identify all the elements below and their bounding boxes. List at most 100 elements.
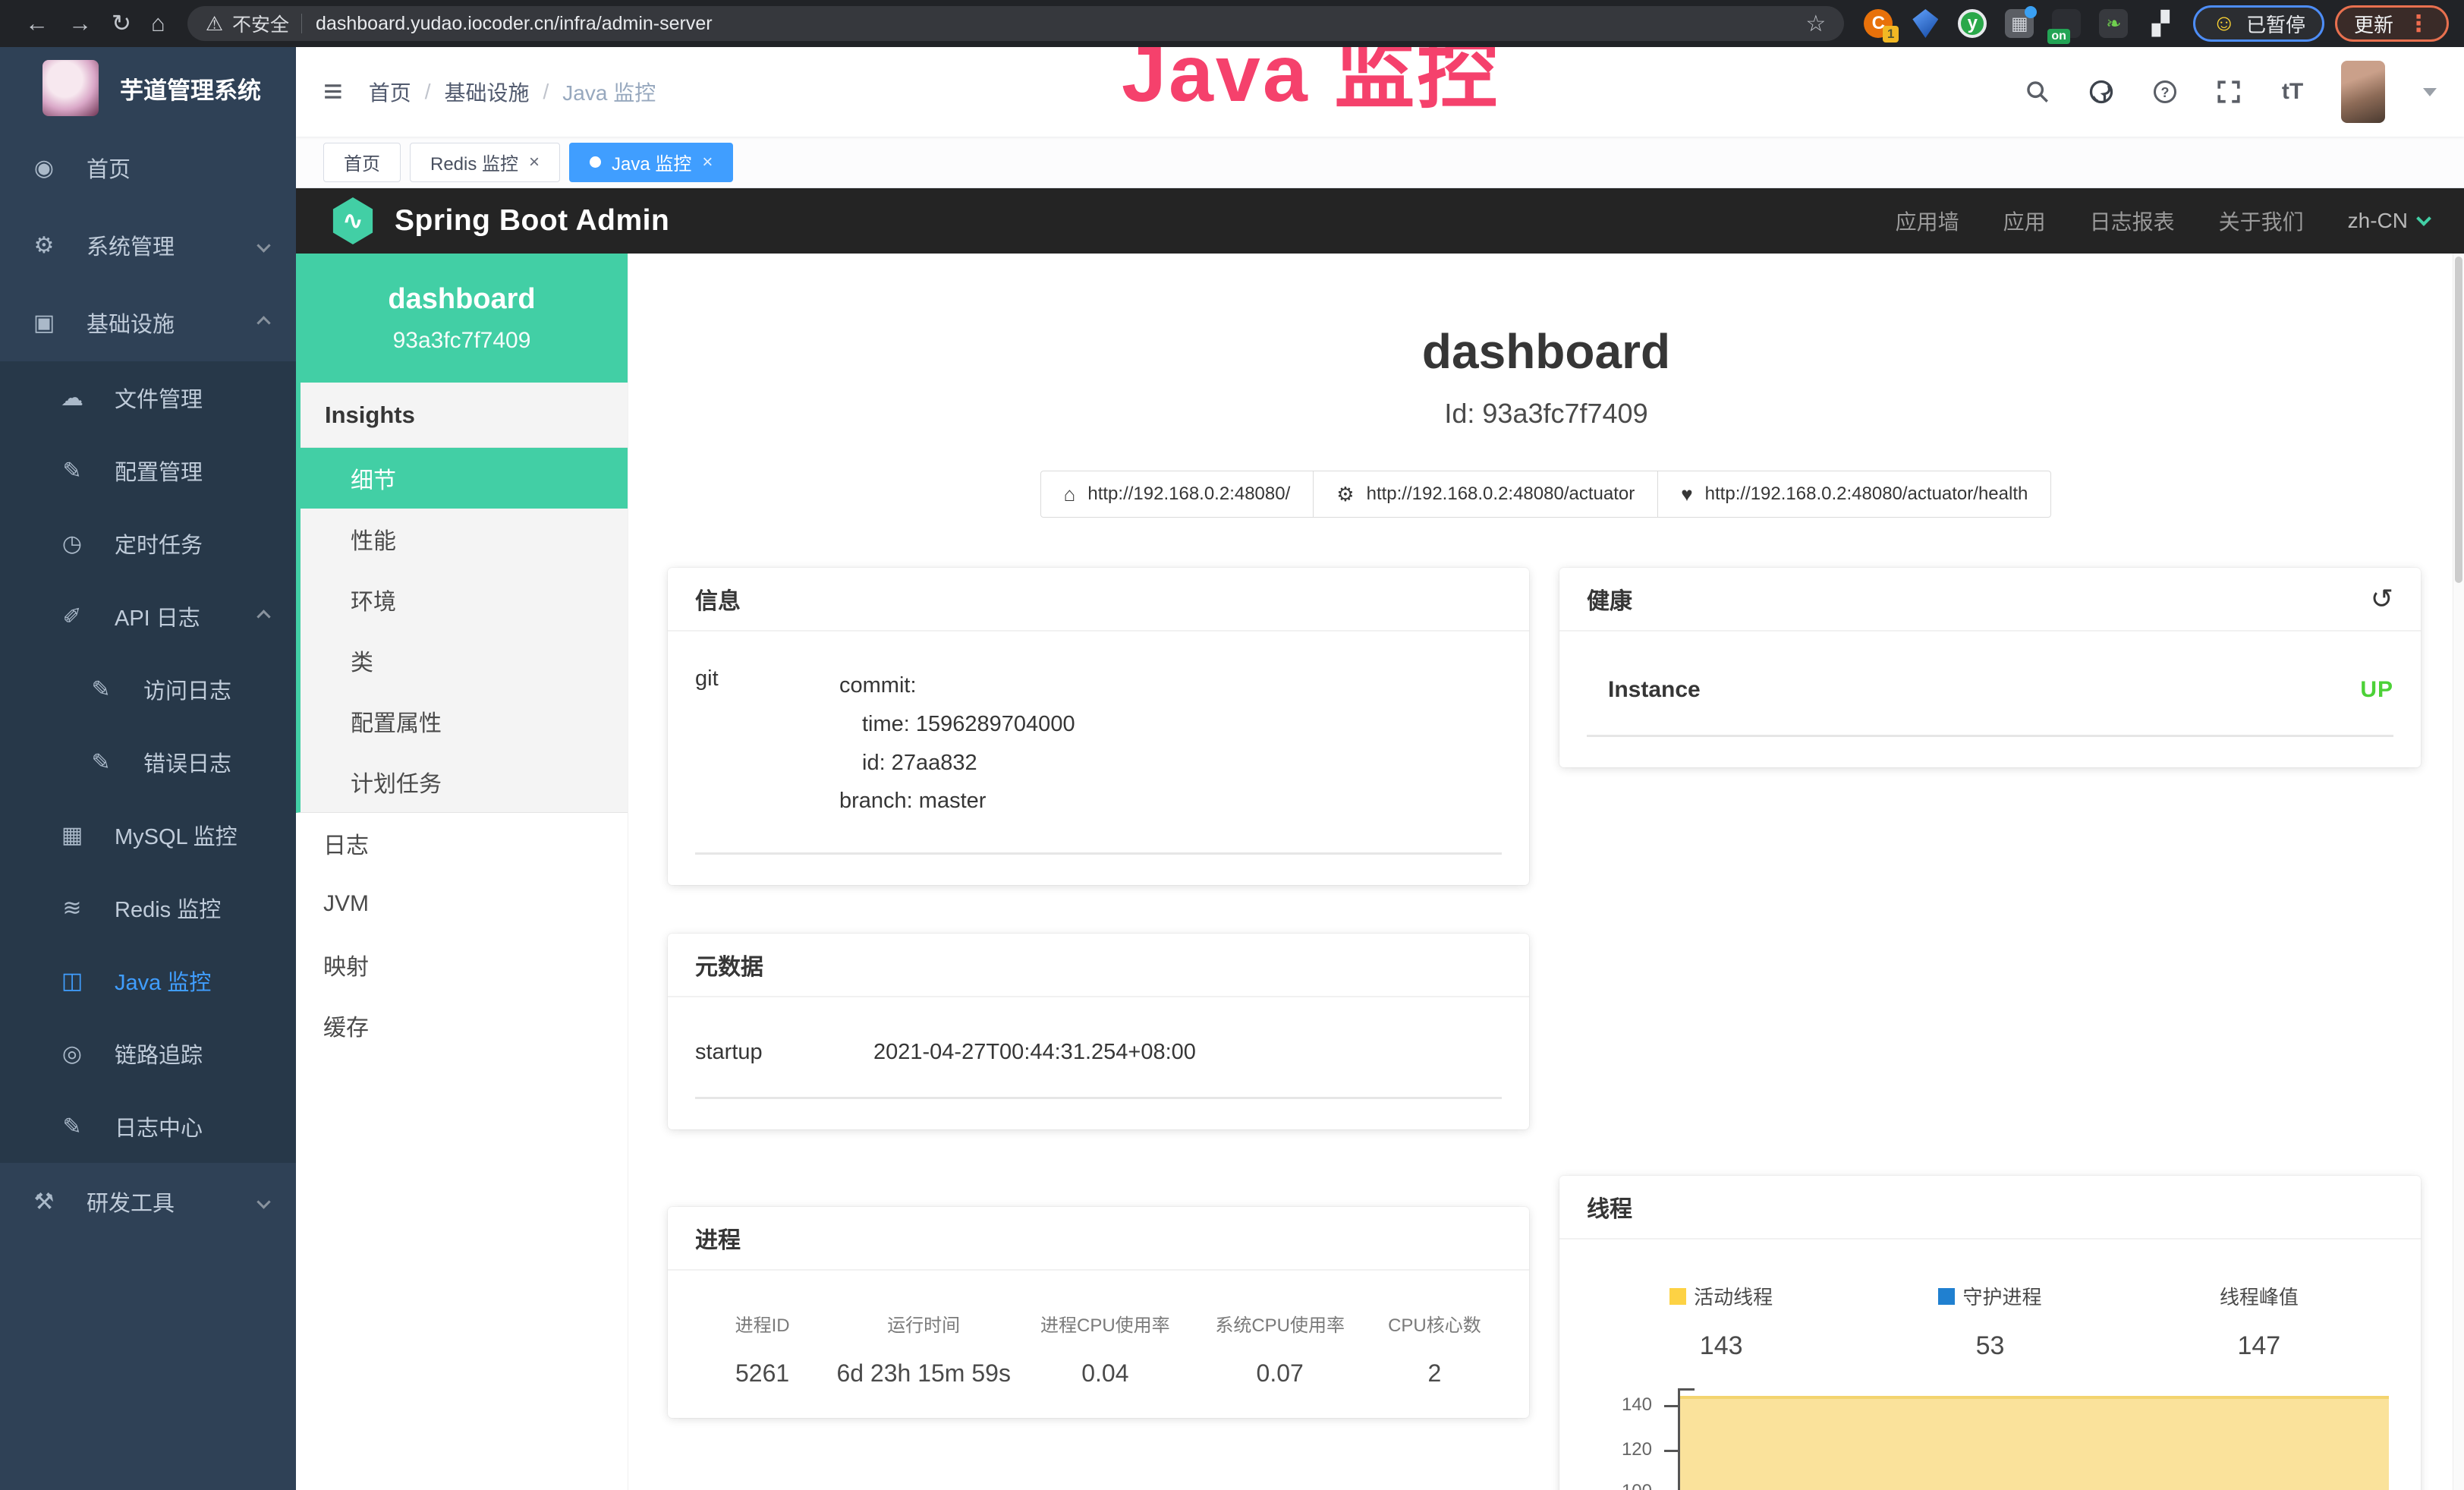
info-row-git: git commit: time: 1596289704000 id: 27aa…	[695, 666, 1502, 821]
extension-on-badge: on	[2047, 29, 2070, 44]
extension-switch-icon[interactable]: on	[2052, 9, 2081, 38]
font-size-icon[interactable]: tT	[2277, 77, 2308, 107]
sba-nav-about[interactable]: 关于我们	[2219, 206, 2304, 236]
sba-nav-wallboard[interactable]: 应用墙	[1896, 206, 1959, 236]
github-icon[interactable]	[2086, 77, 2116, 107]
tab-redis-monitor[interactable]: Redis 监控 ×	[410, 143, 560, 182]
sba-body: dashboard 93a3fc7f7409 Insights 细节 性能 环境…	[296, 254, 2464, 1490]
sidebar-item-label: 首页	[87, 152, 131, 184]
service-url-button[interactable]: ⌂ http://192.168.0.2:48080/	[1040, 471, 1314, 518]
topbar-actions: ? tT	[2022, 61, 2437, 123]
security-warning-label[interactable]: 不安全	[232, 10, 289, 37]
sidebar-item-api-logs[interactable]: ✐ API 日志	[0, 580, 296, 653]
browser-back-icon[interactable]: ←	[25, 10, 49, 37]
sba-menu-classes[interactable]: 类	[301, 630, 628, 691]
actuator-url-button[interactable]: ⚙ http://192.168.0.2:48080/actuator	[1313, 471, 1658, 518]
sba-brand-title[interactable]: Spring Boot Admin	[395, 204, 669, 238]
user-avatar[interactable]	[2341, 61, 2385, 123]
sidebar-item-mysql-monitor[interactable]: ▦ MySQL 监控	[0, 799, 296, 871]
sidebar-item-system[interactable]: ⚙ 系统管理	[0, 206, 296, 284]
update-button[interactable]: 更新 ⋮	[2335, 5, 2449, 42]
bookmark-star-icon[interactable]: ☆	[1805, 11, 1826, 37]
sidebar-item-java-monitor[interactable]: ◫ Java 监控	[0, 944, 296, 1017]
sba-menu-metrics[interactable]: 性能	[301, 509, 628, 569]
sba-menu-environment[interactable]: 环境	[301, 569, 628, 630]
sidebar-item-scheduled-jobs[interactable]: ◷ 定时任务	[0, 507, 296, 580]
status-badge: UP	[2360, 677, 2393, 703]
close-icon[interactable]: ×	[702, 152, 713, 173]
y-axis-tick-120: 120	[1587, 1439, 1652, 1460]
breadcrumb-home[interactable]: 首页	[369, 77, 411, 107]
address-bar[interactable]: ⚠ 不安全 dashboard.yudao.iocoder.cn/infra/a…	[187, 6, 1845, 41]
extension-y-icon[interactable]: y	[1958, 9, 1987, 38]
tab-home[interactable]: 首页	[323, 143, 401, 182]
sidebar-item-label: 基础设施	[87, 307, 175, 339]
health-card: 健康 ↺ Instance UP	[1559, 568, 2421, 767]
extension-leaf-icon[interactable]: ❧	[2099, 9, 2128, 38]
breadcrumb-infrastructure[interactable]: 基础设施	[444, 77, 529, 107]
sidebar-item-file-manage[interactable]: ☁ 文件管理	[0, 361, 296, 434]
sidebar-item-redis-monitor[interactable]: ≋ Redis 监控	[0, 871, 296, 944]
page-url[interactable]: dashboard.yudao.iocoder.cn/infra/admin-s…	[316, 13, 713, 35]
sidebar-item-home[interactable]: ◉ 首页	[0, 129, 296, 206]
extension-grid-icon[interactable]: ▦	[2005, 9, 2034, 38]
sidebar-item-label: 错误日志	[143, 746, 231, 778]
sba-app-header[interactable]: dashboard 93a3fc7f7409	[296, 254, 628, 383]
legend-value: 143	[1587, 1331, 1855, 1361]
sba-menu-scheduled-tasks[interactable]: 计划任务	[301, 751, 628, 812]
sidebar-item-log-center[interactable]: ✎ 日志中心	[0, 1090, 296, 1163]
metadata-row-startup: startup 2021-04-27T00:44:31.254+08:00	[695, 1032, 1502, 1065]
content-scrollbar[interactable]	[2453, 254, 2464, 1490]
sidebar-item-label: 文件管理	[115, 382, 203, 414]
sba-menu-jvm[interactable]: JVM	[296, 874, 628, 934]
sidebar-item-infrastructure[interactable]: ▣ 基础设施	[0, 284, 296, 361]
sidebar-item-error-log[interactable]: ✎ 错误日志	[0, 726, 296, 799]
scrollbar-thumb[interactable]	[2455, 257, 2462, 583]
active-tab-dot	[590, 156, 601, 168]
browser-home-icon[interactable]: ⌂	[151, 10, 165, 37]
chevron-down-icon	[2416, 211, 2431, 226]
help-icon[interactable]: ?	[2150, 77, 2180, 107]
chevron-up-icon	[256, 610, 270, 623]
process-col-value: 0.07	[1193, 1359, 1367, 1388]
fullscreen-icon[interactable]	[2214, 77, 2244, 107]
process-col-value: 2	[1367, 1359, 1502, 1388]
browser-reload-icon[interactable]: ↻	[112, 10, 131, 37]
sidebar-item-devtools[interactable]: ⚒ 研发工具	[0, 1163, 296, 1240]
sba-menu-logs[interactable]: 日志	[296, 813, 628, 874]
locale-dropdown[interactable]: zh-CN	[2348, 209, 2429, 233]
extension-c-badge: 1	[1883, 26, 1899, 43]
emoji-face-icon: ☺	[2212, 11, 2236, 36]
history-icon[interactable]: ↺	[2371, 583, 2393, 615]
close-icon[interactable]: ×	[529, 152, 540, 173]
health-url-button[interactable]: ♥ http://192.168.0.2:48080/actuator/heal…	[1657, 471, 2051, 518]
sba-menu-caches[interactable]: 缓存	[296, 995, 628, 1056]
extension-gem-icon[interactable]	[1911, 9, 1940, 38]
avatar-caret-icon[interactable]	[2423, 88, 2437, 96]
sba-menu-details[interactable]: 细节	[296, 448, 628, 509]
extension-c-icon[interactable]: C1	[1864, 9, 1893, 38]
browser-forward-icon[interactable]: →	[68, 10, 92, 37]
sidebar-item-tracing[interactable]: ◎ 链路追踪	[0, 1017, 296, 1090]
app-logo[interactable]: 芋道管理系统	[0, 47, 296, 129]
cpu-cores: CPU核心数 2	[1367, 1310, 1502, 1388]
process-col-header: 系统CPU使用率	[1193, 1310, 1367, 1337]
search-icon[interactable]	[2022, 77, 2053, 107]
sba-nav-journal[interactable]: 日志报表	[2090, 206, 2175, 236]
sidebar-item-access-log[interactable]: ✎ 访问日志	[0, 653, 296, 726]
health-card-body: Instance UP	[1559, 632, 2421, 767]
sba-nav-applications[interactable]: 应用	[2003, 206, 2046, 236]
tab-java-monitor[interactable]: Java 监控 ×	[569, 143, 733, 182]
spring-boot-admin-logo-icon: ∿	[331, 197, 375, 244]
sba-menu-mappings[interactable]: 映射	[296, 934, 628, 995]
sba-menu-config-props[interactable]: 配置属性	[301, 691, 628, 751]
paused-chip[interactable]: ☺ 已暂停	[2193, 5, 2324, 42]
info-card-title: 信息	[668, 568, 1529, 632]
extensions-puzzle-icon[interactable]: ▞	[2146, 9, 2175, 38]
metadata-card: 元数据 startup 2021-04-27T00:44:31.254+08:0…	[668, 934, 1529, 1129]
process-card-title: 进程	[668, 1207, 1529, 1271]
hamburger-icon[interactable]: ≡	[323, 73, 343, 111]
sidebar-item-config-manage[interactable]: ✎ 配置管理	[0, 434, 296, 507]
browser-menu-icon[interactable]: ⋮	[2407, 11, 2430, 37]
monitor-icon: ◫	[57, 968, 87, 994]
